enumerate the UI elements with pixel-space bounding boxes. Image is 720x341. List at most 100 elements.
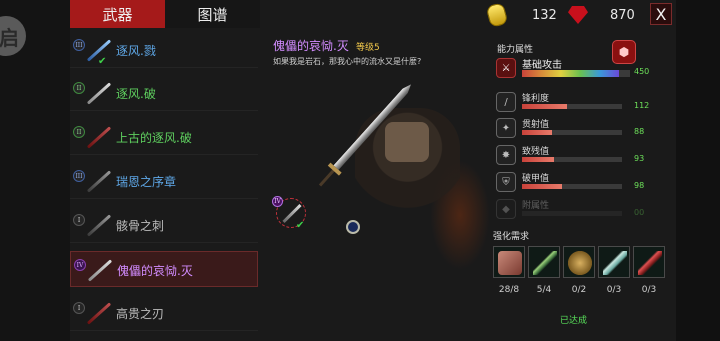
stat-bar xyxy=(522,211,622,216)
sword-icon xyxy=(87,259,113,282)
gem-counter: 870 xyxy=(568,0,635,30)
gem-value: 870 xyxy=(610,7,635,23)
hide-material-icon xyxy=(498,251,522,275)
material-slot[interactable] xyxy=(528,246,560,278)
material-slot[interactable] xyxy=(563,246,595,278)
stat-fill xyxy=(522,130,552,135)
material-slot[interactable] xyxy=(598,246,630,278)
tab-weapons[interactable]: 武器 xyxy=(70,0,165,28)
gold-value: 132 xyxy=(532,7,557,23)
weapon-name: 逐风.破 xyxy=(116,87,156,101)
tier-badge: III xyxy=(73,39,85,51)
stat-label: 致残值 xyxy=(522,147,550,157)
stat-bar xyxy=(522,104,622,109)
material-count: 0/3 xyxy=(641,285,657,295)
side-menu-glyph: 启 xyxy=(0,25,19,50)
sword-shield-icon: ⚔ xyxy=(496,58,516,78)
weapon-thumbnail[interactable]: IV ✔ xyxy=(272,196,308,231)
left-rail: 启 xyxy=(0,0,70,341)
tier-badge: IV xyxy=(74,259,86,271)
close-button[interactable]: X xyxy=(650,3,672,25)
owned-check-icon: ✔ xyxy=(296,220,305,231)
sword-gem xyxy=(346,220,360,234)
material-count: 5/4 xyxy=(536,285,552,295)
stat-label: 附属性 xyxy=(522,201,550,211)
weapon-list-item[interactable]: II 逐风.破 xyxy=(70,75,258,111)
weapon-name: 上古的逐风.破 xyxy=(116,131,192,145)
material-count: 0/2 xyxy=(571,285,587,295)
stat-label: 锋利度 xyxy=(522,94,550,104)
stat-label: 基础攻击 xyxy=(522,60,562,71)
side-menu-handle[interactable]: 启 xyxy=(0,16,26,56)
weapon-list: III ✔ 逐风.戮 II 逐风.破 II 上古的逐风.破 III 瑞恩之序章 … xyxy=(70,32,258,341)
weapon-list-item[interactable]: II 上古的逐风.破 xyxy=(70,119,258,155)
stat-value: 93 xyxy=(634,154,645,163)
tier-badge: II xyxy=(73,126,85,138)
material-slot[interactable] xyxy=(633,246,665,278)
upgrade-requirements-header: 强化需求 xyxy=(493,232,530,242)
tier-badge: I xyxy=(73,302,85,314)
stat-fill xyxy=(522,104,567,109)
stat-row-armor-break: ⛨ 破甲值 98 xyxy=(496,172,652,200)
weapon-name: 骸骨之刺 xyxy=(116,219,165,233)
weapon-name: 瑞恩之序章 xyxy=(116,175,177,189)
sword-icon xyxy=(86,82,112,105)
weapon-list-item[interactable]: I 高贵之刃 xyxy=(70,295,258,331)
tier-badge: IV xyxy=(272,196,283,207)
stat-value: 450 xyxy=(634,67,650,76)
stat-value: 98 xyxy=(634,181,645,190)
weapon-name: 傀儡的哀恸.灭 xyxy=(117,264,193,278)
armor-break-icon: ⛨ xyxy=(496,172,516,192)
stats-header: 能力属性 xyxy=(497,45,534,55)
green-blade-material-icon xyxy=(533,251,557,275)
pierce-icon: ✦ xyxy=(496,118,516,138)
stat-fill xyxy=(522,157,554,162)
tier-badge: I xyxy=(73,214,85,226)
material-count: 0/3 xyxy=(606,285,622,295)
requirement-status: 已达成 xyxy=(560,316,588,326)
stat-row-sharpness: / 锋利度 112 xyxy=(496,92,652,120)
stat-value: 00 xyxy=(634,208,645,217)
tab-bar: 武器 图谱 xyxy=(70,0,260,28)
weapon-title: 傀儡的哀恸.灭 xyxy=(273,39,349,53)
stat-row-cripple: ✸ 致残值 93 xyxy=(496,145,652,173)
knight-helmet xyxy=(385,122,429,162)
weapon-list-item[interactable]: III ✔ 逐风.戮 xyxy=(70,32,258,68)
stat-bar xyxy=(522,184,622,189)
weapon-level: 等级5 xyxy=(356,43,380,53)
weapon-name: 逐风.戮 xyxy=(116,44,156,58)
stat-value: 112 xyxy=(634,101,650,110)
weapon-list-item-selected[interactable]: IV 傀儡的哀恸.灭 xyxy=(70,251,258,287)
sword-icon xyxy=(86,170,112,193)
owned-check-icon: ✔ xyxy=(98,56,107,67)
extra-attribute-icon: ◆ xyxy=(496,199,516,219)
gold-counter: 132 xyxy=(485,0,557,30)
blade-slash-icon: / xyxy=(496,92,516,112)
material-count: 28/8 xyxy=(498,285,520,295)
stat-row-pierce: ✦ 贯射值 88 xyxy=(496,118,652,146)
red-gem-icon xyxy=(568,6,588,24)
stat-fill xyxy=(522,184,562,189)
tab-codex[interactable]: 图谱 xyxy=(165,0,260,28)
weapon-description: 如果我是岩石，那我心中的流水又是什麼? xyxy=(273,57,422,66)
sword-icon xyxy=(86,302,112,325)
cyan-horn-material-icon xyxy=(603,251,627,275)
material-slot[interactable] xyxy=(493,246,525,278)
tier-badge: III xyxy=(73,170,85,182)
stat-value: 88 xyxy=(634,127,645,136)
weapon-list-item[interactable]: I 骸骨之刺 xyxy=(70,207,258,243)
weapon-list-item[interactable]: III 瑞恩之序章 xyxy=(70,163,258,199)
weapon-name: 高贵之刃 xyxy=(116,307,165,321)
cripple-icon: ✸ xyxy=(496,145,516,165)
right-rail xyxy=(676,0,720,341)
stat-bar xyxy=(522,130,622,135)
stat-bar xyxy=(522,70,630,77)
stat-label: 贯射值 xyxy=(522,120,550,130)
stat-bar xyxy=(522,157,622,162)
red-blade-material-icon xyxy=(638,251,662,275)
stat-fill xyxy=(522,70,620,77)
stat-label: 破甲值 xyxy=(522,174,550,184)
gold-gauntlet-material-icon xyxy=(568,251,592,275)
stat-row-base-attack: ⚔ 基础攻击 450 xyxy=(496,58,652,86)
gold-coin-icon xyxy=(485,2,509,28)
